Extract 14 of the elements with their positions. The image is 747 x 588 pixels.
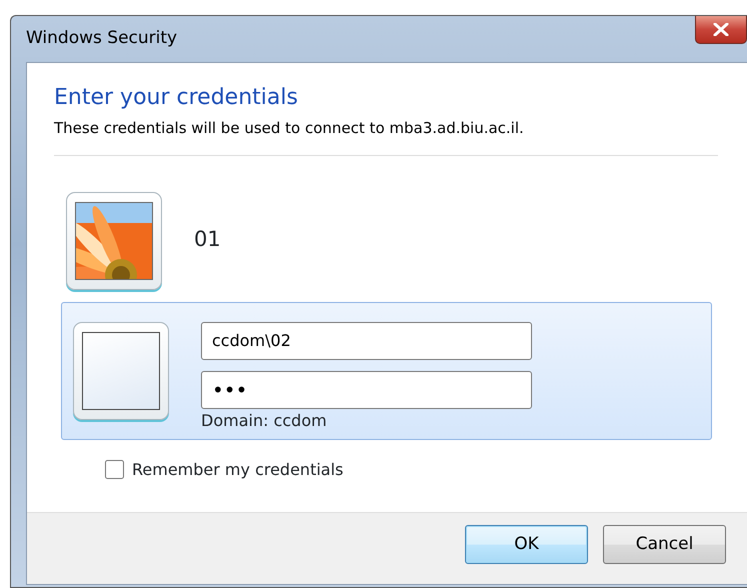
- password-field[interactable]: •••: [201, 370, 532, 409]
- remember-checkbox[interactable]: [105, 460, 124, 480]
- close-button[interactable]: [695, 16, 747, 44]
- window-title: Windows Security: [26, 27, 178, 50]
- ok-button[interactable]: OK: [465, 525, 588, 564]
- cancel-button[interactable]: Cancel: [603, 525, 726, 564]
- dialog-heading: Enter your credentials: [54, 85, 299, 112]
- username-field[interactable]: ccdom\02: [201, 322, 532, 360]
- domain-text: Domain: ccdom: [201, 410, 328, 432]
- selected-user-tile[interactable]: ccdom\02 ••• Domain: ccdom: [61, 302, 712, 440]
- close-icon: [713, 23, 729, 36]
- user-name: 01: [194, 226, 221, 253]
- description-text: These credentials will be used to connect to mba3.ad.biu.ac.il.: [54, 118, 525, 140]
- checkbox-label[interactable]: Remember my credentials: [132, 458, 344, 482]
